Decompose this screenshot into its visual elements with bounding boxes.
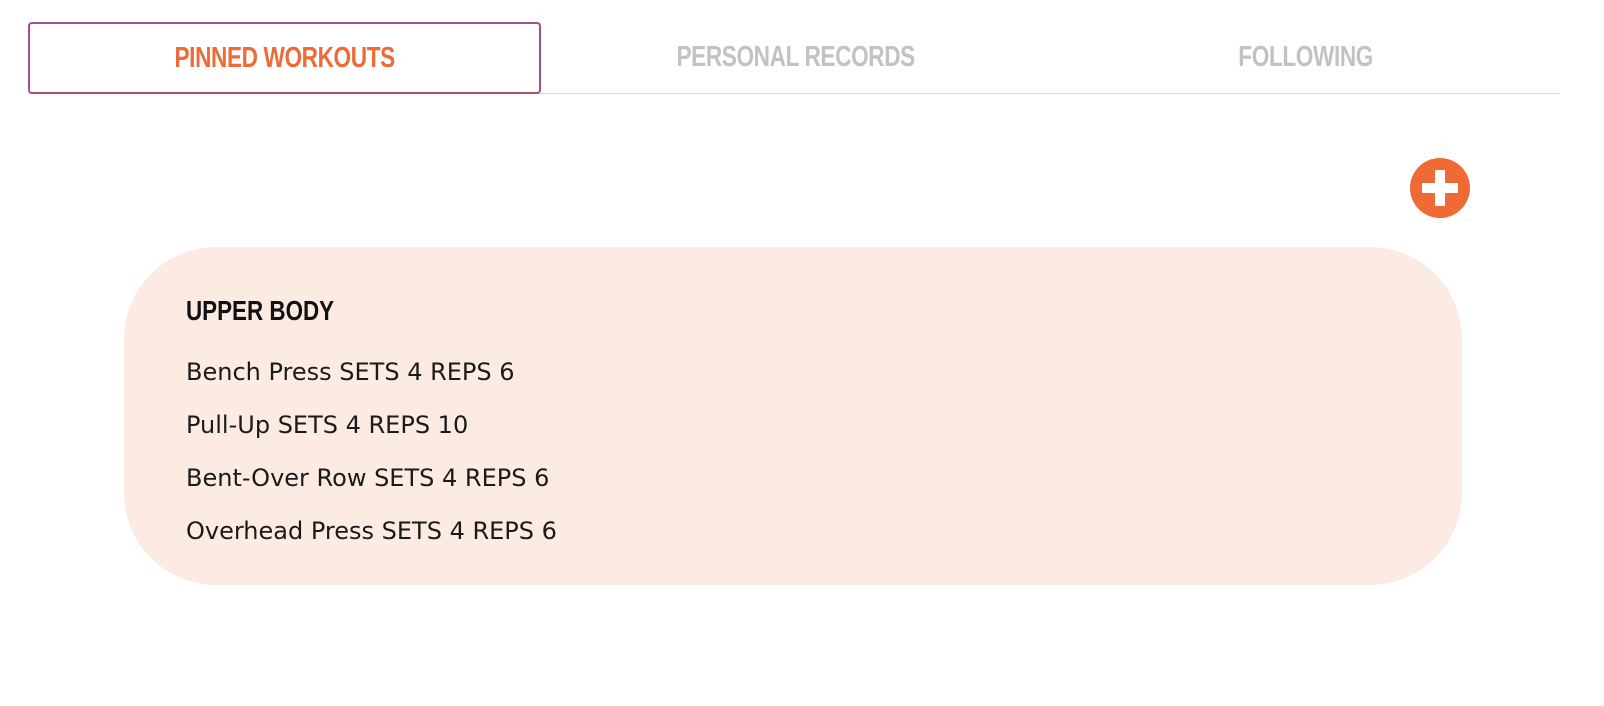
tab-pinned-workouts-label: PINNED WORKOUTS <box>174 41 395 74</box>
exercise-item: Pull-Up SETS 4 REPS 10 <box>186 411 469 439</box>
tab-personal-records-label: PERSONAL RECORDS <box>676 41 916 73</box>
add-workout-button[interactable] <box>1410 158 1470 218</box>
exercise-item: Bench Press SETS 4 REPS 6 <box>186 358 515 386</box>
tab-following[interactable]: FOLLOWING <box>1051 22 1560 93</box>
tab-following-label: FOLLOWING <box>1237 41 1373 73</box>
tab-bar: PINNED WORKOUTS PERSONAL RECORDS FOLLOWI… <box>28 22 1560 94</box>
exercise-list: Bench Press SETS 4 REPS 6 Pull-Up SETS 4… <box>186 355 557 567</box>
tab-personal-records[interactable]: PERSONAL RECORDS <box>541 22 1050 93</box>
tab-pinned-workouts[interactable]: PINNED WORKOUTS <box>28 22 542 94</box>
exercise-item: Overhead Press SETS 4 REPS 6 <box>186 517 557 545</box>
workout-title: UPPER BODY <box>186 295 335 326</box>
exercise-item: Bent-Over Row SETS 4 REPS 6 <box>186 464 550 492</box>
workout-card[interactable]: UPPER BODY Bench Press SETS 4 REPS 6 Pul… <box>124 247 1462 585</box>
